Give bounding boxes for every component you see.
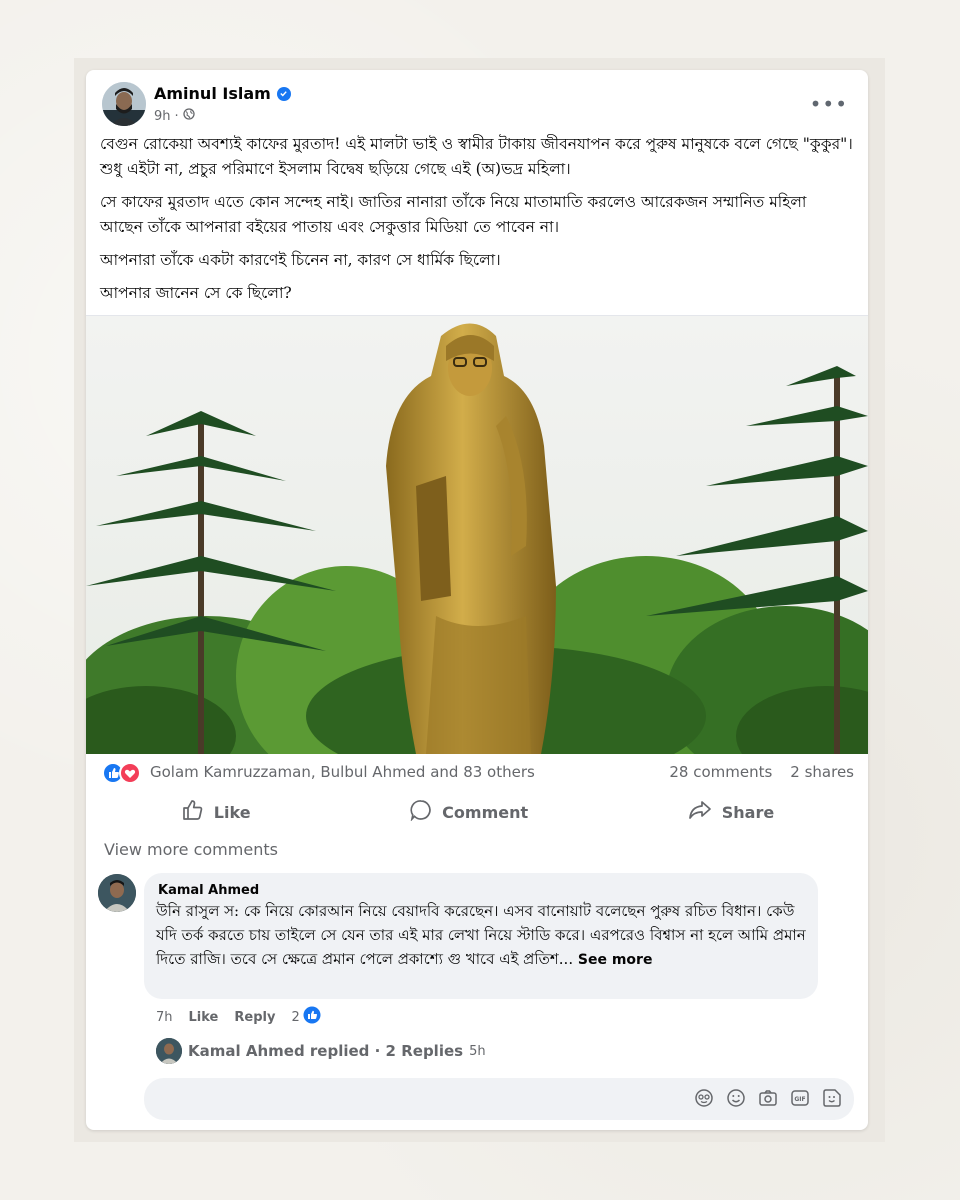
- comment-body: উনি রাসুল স: কে নিয়ে কোরআন নিয়ে বেয়াদ…: [156, 902, 806, 968]
- share-button[interactable]: Share: [688, 799, 774, 825]
- post-paragraph: আপনার জানেন সে কে ছিলো?: [100, 284, 292, 302]
- emoji-icon[interactable]: [726, 1088, 746, 1108]
- comment-button[interactable]: Comment: [410, 799, 528, 825]
- reaction-icons[interactable]: [102, 762, 144, 784]
- comment-like-count[interactable]: 2: [291, 1006, 321, 1028]
- comment-like-button[interactable]: Like: [189, 1010, 219, 1025]
- avatar-sticker-icon[interactable]: [694, 1088, 714, 1108]
- post-body: বেগুন রোকেয়া অবশ্যই কাফের মুরতাদ! এই মা…: [100, 132, 854, 314]
- comment-bubble-icon: [410, 799, 432, 825]
- meta-separator: ·: [174, 108, 179, 124]
- author-name[interactable]: Aminul Islam: [154, 84, 271, 103]
- comment-label: Comment: [442, 802, 529, 822]
- see-more-link[interactable]: See more: [578, 952, 653, 968]
- comment-meta: 7h Like Reply 2: [156, 1006, 321, 1028]
- share-label: Share: [721, 802, 775, 822]
- commenter-avatar[interactable]: [98, 874, 136, 912]
- post-time[interactable]: 9h: [154, 109, 171, 124]
- comment-text: উনি রাসুল স: কে নিয়ে কোরআন নিয়ে বেয়াদ…: [156, 899, 806, 972]
- post-card: Aminul Islam 9h · ••• বেগুন রোকেয়া অবশ্…: [86, 70, 868, 1130]
- commenter-name[interactable]: Kamal Ahmed: [158, 883, 259, 898]
- sticker-icon[interactable]: [822, 1088, 842, 1108]
- shares-count[interactable]: 2 shares: [790, 763, 854, 781]
- post-paragraph: বেগুন রোকেয়া অবশ্যই কাফের মুরতাদ! এই মা…: [100, 135, 853, 178]
- comments-count[interactable]: 28 comments: [669, 763, 772, 781]
- engagement-counts: 28 comments 2 shares: [669, 763, 854, 781]
- post-paragraph: সে কাফের মুরতাদ এতে কোন সন্দেহ নাই। জাতি…: [100, 193, 807, 236]
- post-actions: Like Comment Share: [102, 792, 854, 832]
- author-avatar[interactable]: [102, 82, 146, 126]
- like-button[interactable]: Like: [182, 799, 251, 825]
- verified-badge-icon: [276, 86, 291, 101]
- gif-icon[interactable]: GIF: [790, 1088, 810, 1108]
- thumbs-up-icon: [182, 799, 204, 825]
- comment-time[interactable]: 7h: [156, 1010, 173, 1025]
- reactions-bar: Golam Kamruzzaman, Bulbul Ahmed and 83 o…: [102, 760, 854, 786]
- view-replies-link[interactable]: Kamal Ahmed replied · 2 Replies 5h: [156, 1038, 486, 1064]
- comment-reply-button[interactable]: Reply: [234, 1010, 275, 1025]
- post-photo[interactable]: [86, 315, 868, 754]
- share-arrow-icon: [688, 799, 712, 825]
- reactors-text[interactable]: Golam Kamruzzaman, Bulbul Ahmed and 83 o…: [150, 763, 535, 781]
- svg-text:GIF: GIF: [794, 1096, 805, 1103]
- comment-like-number: 2: [291, 1009, 300, 1025]
- globe-icon: [183, 108, 195, 124]
- like-label: Like: [213, 802, 251, 822]
- like-reaction-icon: [303, 1006, 321, 1028]
- comment-input[interactable]: [158, 1088, 682, 1112]
- post-paragraph: আপনারা তাঁকে একটা কারণেই চিনেন না, কারণ …: [100, 251, 501, 269]
- love-reaction-icon: [119, 762, 141, 784]
- composer-icons: GIF: [694, 1088, 842, 1108]
- camera-icon[interactable]: [758, 1088, 778, 1108]
- view-more-comments-link[interactable]: View more comments: [104, 840, 278, 859]
- author-name-row: Aminul Islam: [154, 84, 291, 103]
- replies-age: 5h: [469, 1043, 486, 1059]
- post-options-icon[interactable]: •••: [810, 92, 848, 116]
- replier-avatar: [156, 1038, 182, 1064]
- comment-composer: GIF: [144, 1078, 854, 1120]
- replies-text: Kamal Ahmed replied · 2 Replies: [188, 1042, 464, 1060]
- comment-bubble: Kamal Ahmed উনি রাসুল স: কে নিয়ে কোরআন …: [144, 873, 818, 999]
- post-meta: 9h ·: [154, 108, 195, 124]
